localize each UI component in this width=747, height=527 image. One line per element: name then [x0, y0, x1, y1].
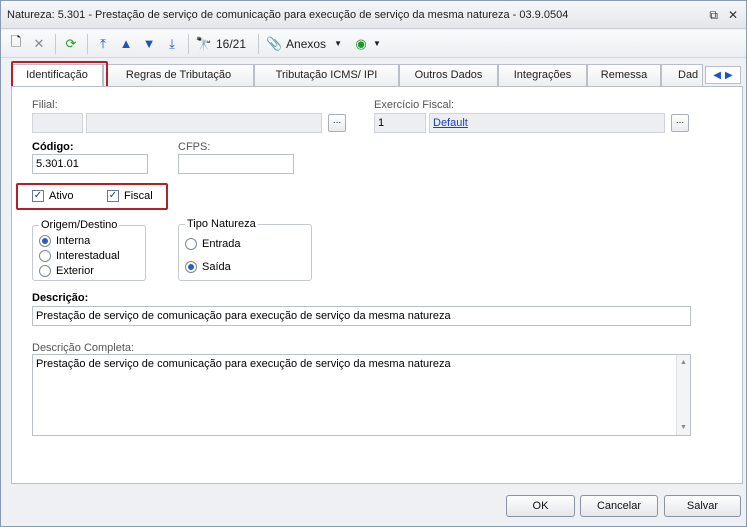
dialog-footer: OK Cancelar Salvar	[1, 489, 746, 527]
codigo-field[interactable]: 5.301.01	[32, 154, 148, 174]
previous-record-icon[interactable]: ▲	[115, 33, 137, 55]
radio-saida-label: Saída	[202, 261, 231, 273]
tab-dados[interactable]: Dad	[661, 64, 703, 86]
delete-icon[interactable]: ✕	[28, 33, 50, 55]
radio-saida[interactable]: Saída	[185, 261, 231, 273]
globe-icon[interactable]: ◉	[350, 33, 372, 55]
radio-interna-label: Interna	[56, 235, 91, 247]
tab-scroll-right-icon[interactable]: ▶	[725, 70, 733, 81]
attachments-button[interactable]: Anexos	[286, 37, 326, 51]
close-icon[interactable]: ✕	[728, 1, 738, 29]
radio-saida-dot[interactable]	[185, 261, 197, 273]
window-title: Natureza: 5.301 - Prestação de serviço d…	[7, 9, 569, 21]
scroll-down-icon[interactable]: ▼	[680, 424, 687, 431]
toolbar: 🗋 ✕ ⟳ ⤒ ▲ ▼ ⤓ 🔭 16/21 📎 Anexos ▼ ◉ ▼	[1, 30, 746, 58]
tab-integracoes[interactable]: Integrações	[498, 64, 587, 86]
origem-destino-group: Origem/Destino Interna Interestadual Ext…	[32, 219, 146, 281]
natureza-window: Natureza: 5.301 - Prestação de serviço d…	[0, 0, 747, 527]
attachments-dropdown-icon[interactable]: ▼	[334, 39, 342, 48]
filial-lookup-button[interactable]: ...	[328, 114, 346, 132]
radio-interestadual[interactable]: Interestadual	[39, 250, 120, 262]
tab-regras-tributacao[interactable]: Regras de Tributação	[103, 64, 254, 86]
restore-icon[interactable]: ⧉	[709, 1, 718, 29]
exercicio-lookup-button[interactable]: ...	[671, 114, 689, 132]
last-record-icon[interactable]: ⤓	[161, 33, 183, 55]
radio-entrada-label: Entrada	[202, 238, 241, 250]
cfps-field[interactable]	[178, 154, 294, 174]
radio-exterior-label: Exterior	[56, 265, 94, 277]
tab-outros-dados[interactable]: Outros Dados	[399, 64, 498, 86]
exercicio-label: Exercício Fiscal:	[374, 99, 455, 111]
tab-remessa[interactable]: Remessa	[587, 64, 661, 86]
paperclip-icon[interactable]: 📎	[263, 33, 285, 55]
title-bar: Natureza: 5.301 - Prestação de serviço d…	[1, 1, 746, 29]
toolbar-separator	[55, 33, 56, 54]
descricao-label: Descrição:	[32, 292, 89, 304]
exercicio-code-field[interactable]: 1	[374, 113, 426, 133]
toolbar-separator	[87, 33, 88, 54]
scroll-up-icon[interactable]: ▲	[680, 359, 687, 366]
textarea-scrollbar[interactable]: ▲ ▼	[676, 355, 690, 435]
tab-scroll-left-icon[interactable]: ◀	[713, 70, 721, 81]
tab-strip: Identificação Regras de Tributação Tribu…	[11, 64, 743, 87]
cancel-button[interactable]: Cancelar	[580, 495, 658, 517]
radio-exterior-dot[interactable]	[39, 265, 51, 277]
binoculars-icon[interactable]: 🔭	[193, 33, 215, 55]
refresh-icon[interactable]: ⟳	[60, 33, 82, 55]
cfps-label: CFPS:	[178, 141, 211, 153]
descricao-completa-textarea[interactable]: Prestação de serviço de comunicação para…	[32, 354, 691, 436]
exercicio-default-link[interactable]: Default	[433, 117, 468, 129]
radio-interna[interactable]: Interna	[39, 235, 90, 247]
radio-entrada-dot[interactable]	[185, 238, 197, 250]
first-record-icon[interactable]: ⤒	[92, 33, 114, 55]
descricao-completa-label: Descrição Completa:	[32, 342, 135, 354]
record-position: 16/21	[216, 36, 247, 51]
descricao-field[interactable]: Prestação de serviço de comunicação para…	[32, 306, 691, 326]
radio-entrada[interactable]: Entrada	[185, 238, 241, 250]
filial-name-field[interactable]	[86, 113, 322, 133]
tab-scroll-controls: ◀ ▶	[705, 66, 741, 84]
checkbox-highlight	[16, 183, 168, 210]
toolbar-separator	[258, 33, 260, 54]
descricao-completa-text: Prestação de serviço de comunicação para…	[36, 358, 451, 370]
tipo-natureza-title: Tipo Natureza	[185, 218, 258, 230]
tipo-natureza-group: Tipo Natureza Entrada Saída	[178, 218, 312, 281]
radio-interestadual-label: Interestadual	[56, 250, 120, 262]
ok-button[interactable]: OK	[506, 495, 575, 517]
filial-code-field[interactable]	[32, 113, 83, 133]
save-button[interactable]: Salvar	[664, 495, 741, 517]
radio-interna-dot[interactable]	[39, 235, 51, 247]
codigo-label: Código:	[32, 141, 74, 153]
tab-tributacao-icms-ipi[interactable]: Tributação ICMS/ IPI	[254, 64, 399, 86]
toolbar-separator	[188, 33, 189, 54]
origem-destino-title: Origem/Destino	[39, 219, 120, 231]
globe-dropdown-icon[interactable]: ▼	[373, 39, 381, 48]
next-record-icon[interactable]: ▼	[138, 33, 160, 55]
exercicio-name-field[interactable]: Default	[429, 113, 665, 133]
radio-interestadual-dot[interactable]	[39, 250, 51, 262]
window-controls: ⧉ ✕	[709, 1, 738, 29]
radio-exterior[interactable]: Exterior	[39, 265, 94, 277]
new-document-icon[interactable]: 🗋	[5, 33, 27, 55]
identificacao-panel: Filial: ... Exercício Fiscal: 1 Default …	[11, 86, 743, 484]
filial-label: Filial:	[32, 99, 58, 111]
